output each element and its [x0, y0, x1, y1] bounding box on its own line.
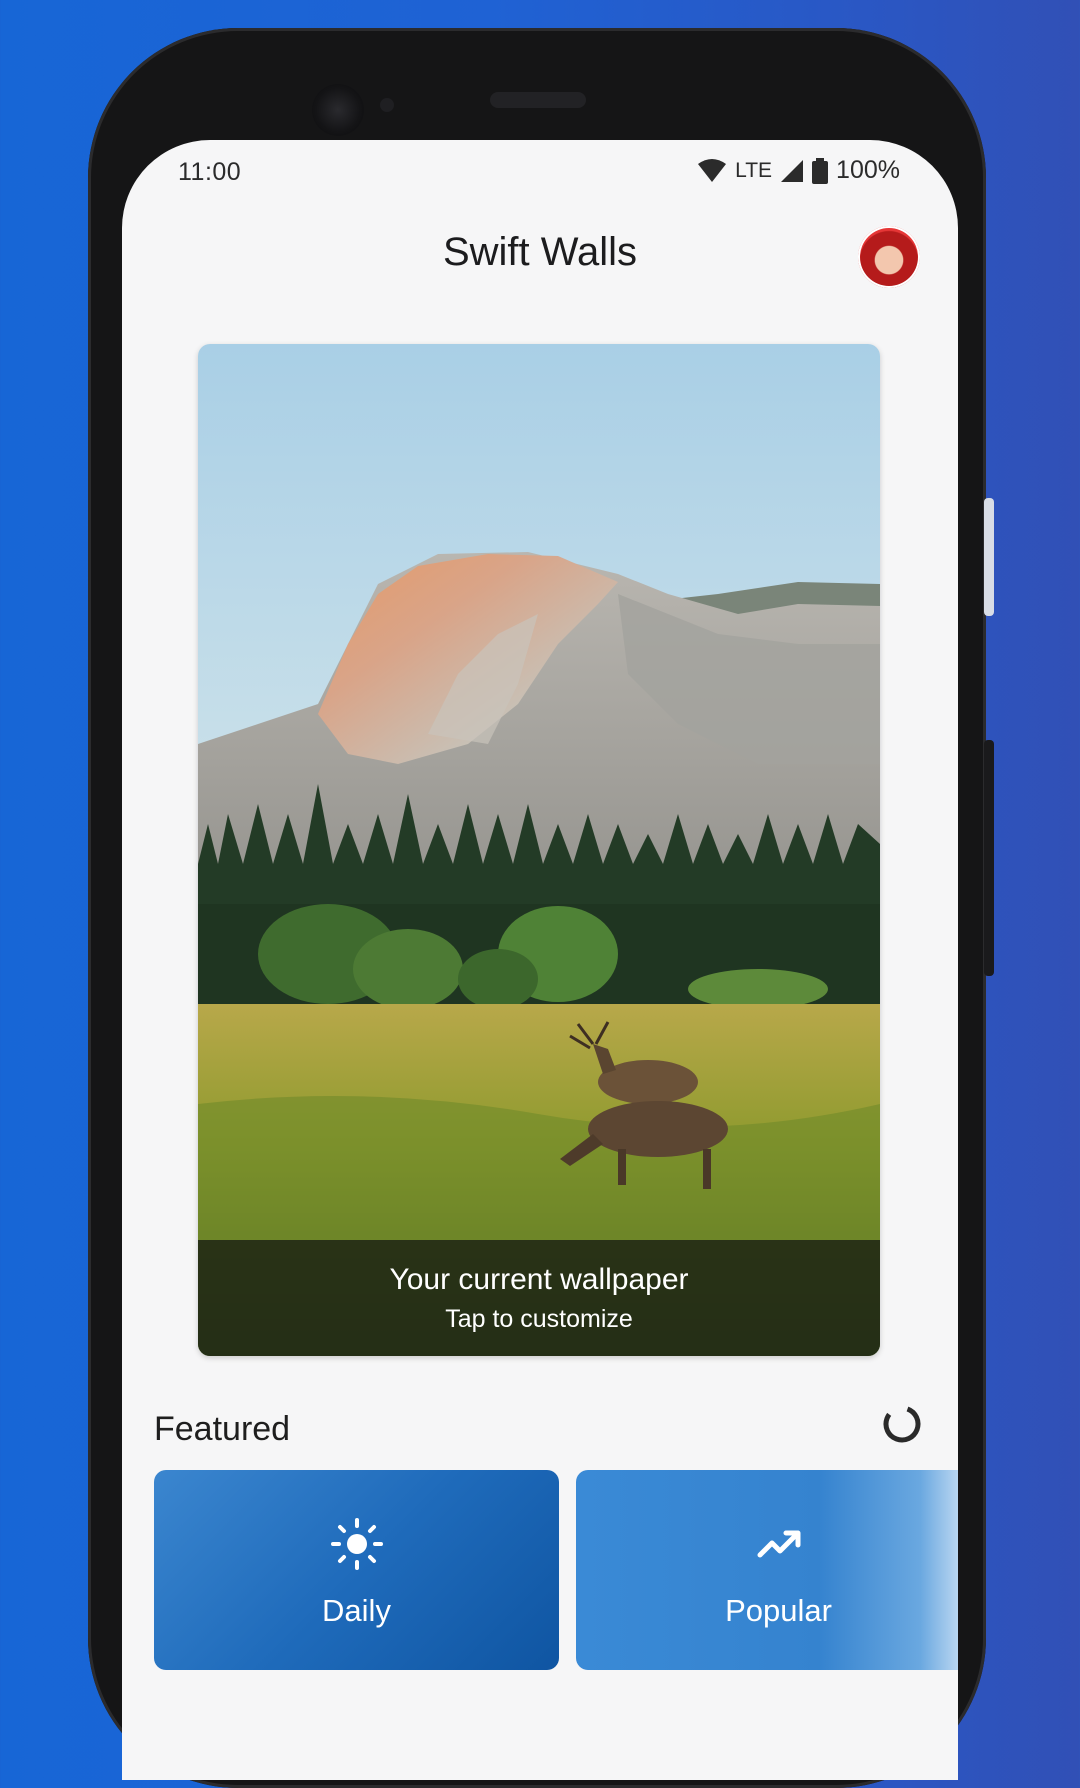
volume-button: [984, 740, 994, 976]
status-bar: 11:00 LTE 100%: [122, 140, 958, 200]
current-wallpaper-card[interactable]: Your current wallpaper Tap to customize: [198, 344, 880, 1356]
popular-card-label: Popular: [725, 1593, 832, 1628]
popular-card[interactable]: Popular: [576, 1470, 958, 1670]
front-camera: [312, 84, 364, 136]
wallpaper-caption-title: Your current wallpaper: [389, 1262, 689, 1296]
sensor: [380, 98, 394, 112]
wallpaper-caption: Your current wallpaper Tap to customize: [198, 1240, 880, 1356]
power-button: [984, 498, 994, 616]
wallpaper-caption-subtitle: Tap to customize: [445, 1304, 633, 1333]
refresh-icon[interactable]: [880, 1402, 924, 1446]
phone-screen: 11:00 LTE 100% Swift Walls Your current …: [122, 140, 958, 1780]
battery-percent: 100%: [836, 156, 900, 184]
featured-cards: Daily Popular: [154, 1470, 958, 1676]
profile-avatar[interactable]: [858, 226, 920, 288]
featured-section-title: Featured: [154, 1410, 291, 1448]
sun-icon: [330, 1518, 383, 1570]
network-type: LTE: [735, 158, 773, 182]
status-time: 11:00: [178, 158, 242, 186]
trending-up-icon: [757, 1530, 800, 1558]
wallpaper-image: [198, 344, 880, 1356]
app-title: Swift Walls: [442, 230, 638, 274]
status-icons: LTE 100%: [697, 156, 900, 185]
signal-icon: [781, 159, 804, 182]
wifi-icon: [698, 158, 727, 182]
battery-icon: [812, 157, 829, 184]
daily-card-label: Daily: [322, 1593, 391, 1628]
earpiece-speaker: [490, 92, 586, 108]
daily-card[interactable]: Daily: [154, 1470, 559, 1670]
